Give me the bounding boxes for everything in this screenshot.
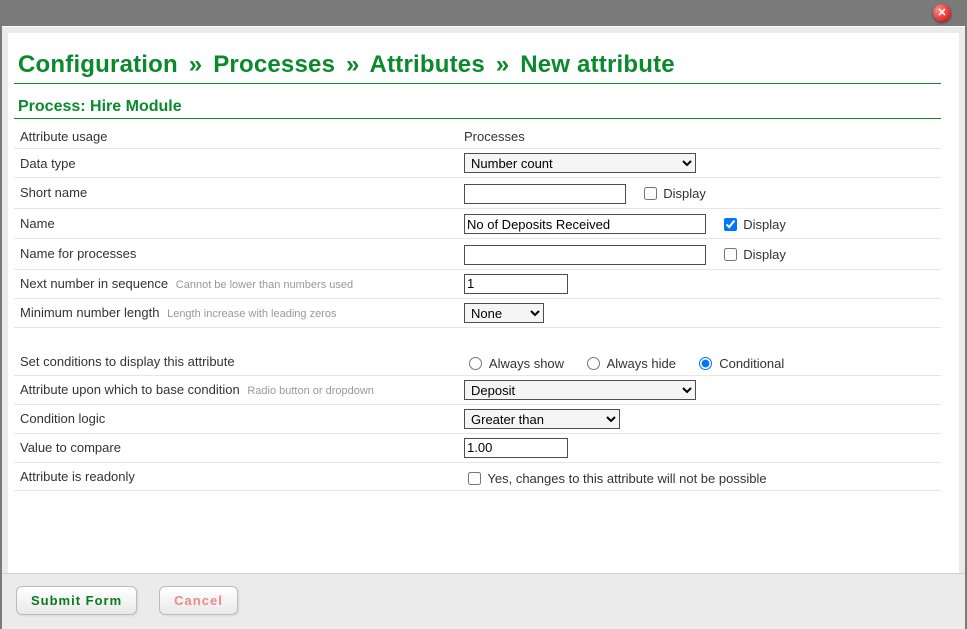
short-name-display-checkbox[interactable] <box>644 187 657 200</box>
radio-always-hide-option[interactable]: Always hide <box>582 356 680 371</box>
name-field[interactable] <box>464 214 706 234</box>
next-number-field[interactable] <box>464 274 568 294</box>
modal-body: Configuration » Processes » Attributes »… <box>8 33 959 573</box>
divider <box>14 83 941 84</box>
short-name-display-option[interactable]: Display <box>640 186 706 201</box>
cancel-button[interactable]: Cancel <box>159 586 238 615</box>
name-display-label: Display <box>743 217 786 232</box>
label-condition-logic: Condition logic <box>14 404 458 433</box>
radio-always-hide-label: Always hide <box>607 356 676 371</box>
condition-logic-select[interactable]: Greater than <box>464 409 620 429</box>
breadcrumb-part[interactable]: Attributes <box>370 51 485 78</box>
divider <box>14 118 941 119</box>
submit-button[interactable]: Submit Form <box>16 586 137 615</box>
close-icon[interactable]: ✕ <box>933 4 951 22</box>
breadcrumb-sep: » <box>496 51 510 78</box>
attribute-form: Attribute usage Processes Data type Numb… <box>14 125 941 491</box>
label-base-attr: Attribute upon which to base condition R… <box>14 375 458 404</box>
label-min-length: Minimum number length Length increase wi… <box>14 298 458 327</box>
base-attribute-select[interactable]: Deposit <box>464 380 696 400</box>
hint-min-length: Length increase with leading zeros <box>167 308 336 320</box>
name-display-checkbox[interactable] <box>724 218 737 231</box>
radio-always-show-label: Always show <box>489 356 564 371</box>
process-heading-name: Hire Module <box>90 98 182 115</box>
label-name: Name <box>14 208 458 239</box>
process-heading-prefix: Process: <box>18 98 86 115</box>
breadcrumb-part[interactable]: Processes <box>213 51 335 78</box>
breadcrumb-sep: » <box>346 51 360 78</box>
modal-footer: Submit Form Cancel <box>2 573 965 629</box>
name-for-processes-display-label: Display <box>743 247 786 262</box>
radio-always-show-option[interactable]: Always show <box>464 356 568 371</box>
breadcrumb-part: New attribute <box>520 51 675 78</box>
readonly-checkbox[interactable] <box>468 472 481 485</box>
value-attribute-usage: Processes <box>458 125 941 149</box>
radio-always-show[interactable] <box>469 357 482 370</box>
label-attribute-readonly: Attribute is readonly <box>14 462 458 490</box>
label-name-for-processes: Name for processes <box>14 239 458 270</box>
min-length-select[interactable]: None <box>464 303 544 323</box>
label-next-number: Next number in sequence Cannot be lower … <box>14 269 458 298</box>
name-for-processes-display-checkbox[interactable] <box>724 248 737 261</box>
modal-dialog: Configuration » Processes » Attributes »… <box>2 26 965 629</box>
data-type-select[interactable]: Number count <box>464 153 696 173</box>
hint-next-number: Cannot be lower than numbers used <box>176 279 353 291</box>
label-conditions: Set conditions to display this attribute <box>14 348 458 376</box>
label-short-name: Short name <box>14 178 458 209</box>
label-data-type: Data type <box>14 149 458 178</box>
process-heading: Process: Hire Module <box>18 98 941 116</box>
name-for-processes-field[interactable] <box>464 245 706 265</box>
breadcrumb-part[interactable]: Configuration <box>18 51 178 78</box>
radio-conditional-option[interactable]: Conditional <box>694 356 785 371</box>
readonly-cb-label: Yes, changes to this attribute will not … <box>487 471 766 486</box>
hint-base-attr: Radio button or dropdown <box>247 385 374 397</box>
label-attribute-usage: Attribute usage <box>14 125 458 149</box>
name-display-option[interactable]: Display <box>720 217 786 232</box>
radio-conditional-label: Conditional <box>719 356 784 371</box>
radio-always-hide[interactable] <box>587 357 600 370</box>
short-name-field[interactable] <box>464 184 626 204</box>
breadcrumb: Configuration » Processes » Attributes »… <box>18 51 941 79</box>
label-value-to-compare: Value to compare <box>14 433 458 462</box>
radio-conditional[interactable] <box>699 357 712 370</box>
value-to-compare-field[interactable] <box>464 438 568 458</box>
breadcrumb-sep: » <box>189 51 203 78</box>
name-for-processes-display-option[interactable]: Display <box>720 247 786 262</box>
readonly-option[interactable]: Yes, changes to this attribute will not … <box>464 471 767 486</box>
short-name-display-label: Display <box>663 186 706 201</box>
